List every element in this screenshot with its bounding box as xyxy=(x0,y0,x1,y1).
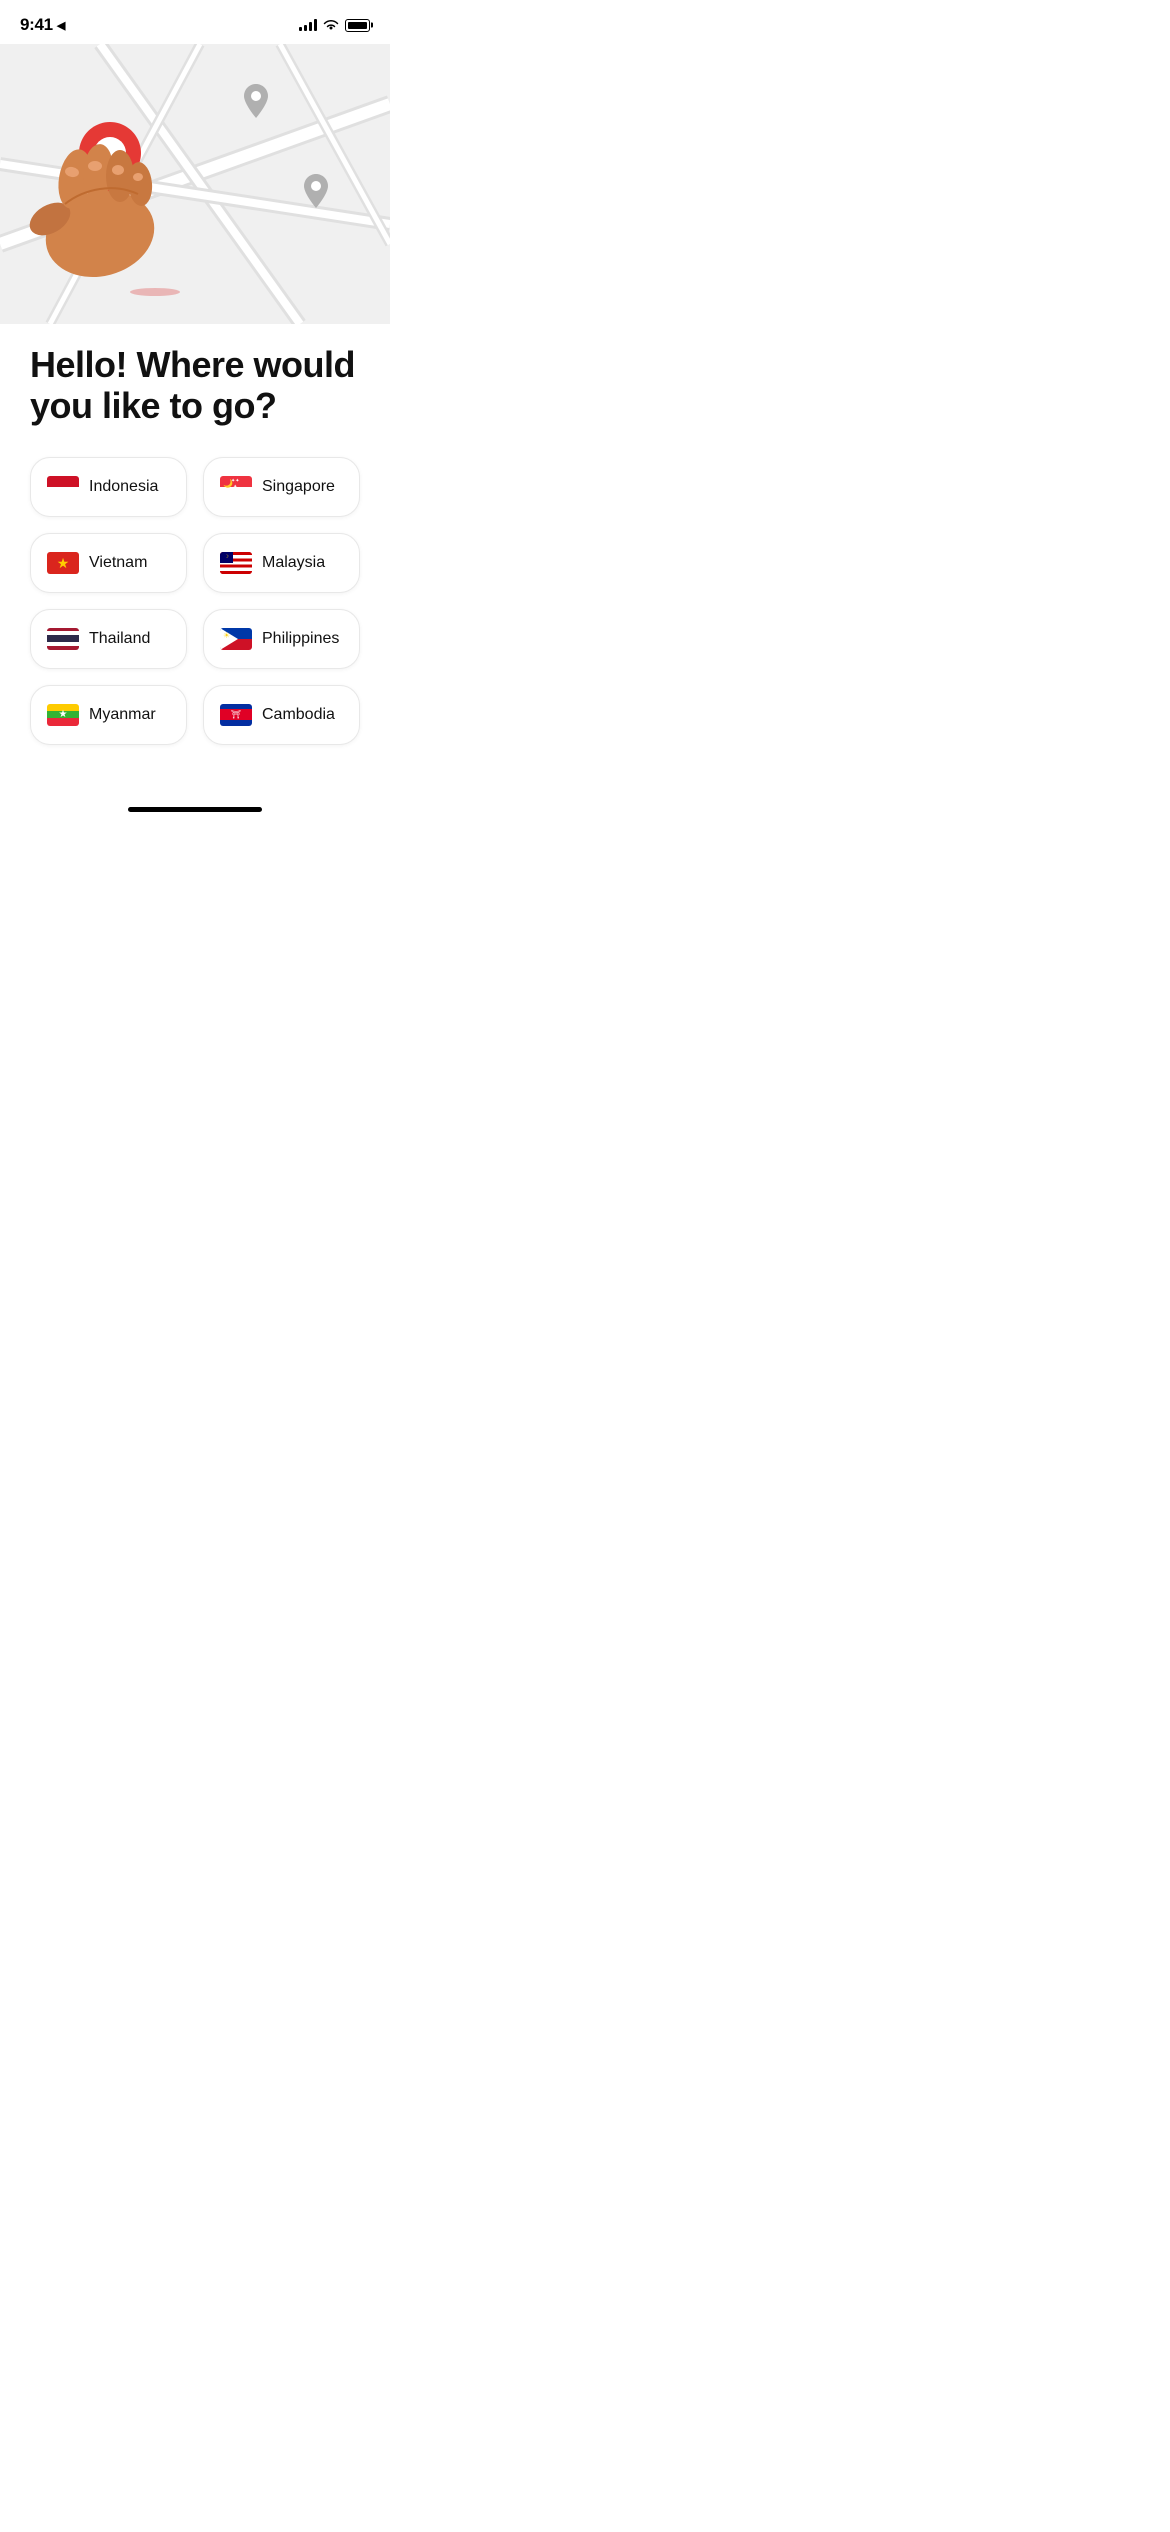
flag-indonesia xyxy=(47,476,79,498)
country-name-malaysia: Malaysia xyxy=(262,554,325,572)
country-name-cambodia: Cambodia xyxy=(262,706,335,724)
flag-myanmar: ★ xyxy=(47,704,79,726)
flag-cambodia: ⛩ xyxy=(220,704,252,726)
battery-icon xyxy=(345,19,370,32)
status-icons xyxy=(299,19,370,32)
flag-singapore: 🌙 ✦✦✦ xyxy=(220,476,252,498)
flag-philippines: ☀ xyxy=(220,628,252,650)
hand-pin-illustration xyxy=(0,64,230,294)
headline: Hello! Where would you like to go? xyxy=(30,344,360,427)
wifi-icon xyxy=(323,19,339,31)
country-name-vietnam: Vietnam xyxy=(89,554,147,572)
country-button-vietnam[interactable]: ★ Vietnam xyxy=(30,533,187,593)
status-time: 9:41 xyxy=(20,15,53,35)
signal-icon xyxy=(299,19,317,31)
country-name-singapore: Singapore xyxy=(262,478,335,496)
main-content: Hello! Where would you like to go? Indon… xyxy=(0,324,390,775)
country-button-singapore[interactable]: 🌙 ✦✦✦ Singapore xyxy=(203,457,360,517)
pin-shadow xyxy=(130,288,180,296)
country-name-myanmar: Myanmar xyxy=(89,706,156,724)
home-indicator xyxy=(0,795,390,820)
country-button-cambodia[interactable]: ⛩ Cambodia xyxy=(203,685,360,745)
country-grid: Indonesia 🌙 ✦✦✦ Singapore ★ Vietnam xyxy=(30,457,360,745)
status-bar: 9:41 ◀ xyxy=(0,0,390,44)
country-name-indonesia: Indonesia xyxy=(89,478,158,496)
country-button-thailand[interactable]: Thailand xyxy=(30,609,187,669)
location-arrow-icon: ◀ xyxy=(57,19,65,32)
flag-malaysia: ☽ xyxy=(220,552,252,574)
country-button-philippines[interactable]: ☀ Philippines xyxy=(203,609,360,669)
map-pin-1 xyxy=(242,84,270,118)
hero-illustration xyxy=(0,44,390,324)
flag-thailand xyxy=(47,628,79,650)
flag-vietnam: ★ xyxy=(47,552,79,574)
country-name-thailand: Thailand xyxy=(89,630,150,648)
country-name-philippines: Philippines xyxy=(262,630,339,648)
country-button-myanmar[interactable]: ★ Myanmar xyxy=(30,685,187,745)
map-pin-2 xyxy=(302,174,330,208)
home-bar xyxy=(128,807,262,812)
country-button-malaysia[interactable]: ☽ Malaysia xyxy=(203,533,360,593)
country-button-indonesia[interactable]: Indonesia xyxy=(30,457,187,517)
